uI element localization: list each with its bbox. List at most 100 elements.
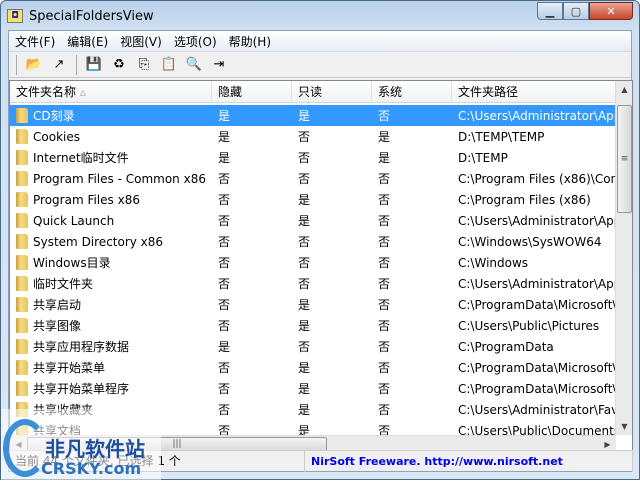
cell-readonly: 是	[298, 214, 311, 228]
toolbar-separator	[76, 54, 77, 75]
menu-item-0[interactable]: 文件(F)	[9, 33, 61, 50]
column-header-4[interactable]: 文件夹路径	[452, 81, 616, 103]
refresh-icon: ♻	[113, 57, 125, 72]
vertical-scroll-thumb[interactable]: ≡	[617, 105, 632, 213]
nirsoft-link[interactable]: NirSoft Freeware. http://www.nirsoft.net	[305, 451, 633, 472]
exit-button[interactable]: ⇥	[208, 54, 230, 76]
cell-name: 共享开始菜单程序	[10, 380, 212, 397]
menu-item-2[interactable]: 视图(V)	[114, 33, 168, 50]
folder-icon	[16, 339, 28, 354]
folder-name: Windows目录	[33, 256, 111, 270]
table-row[interactable]: Internet临时文件 是 否 是 D:\TEMP	[10, 147, 616, 168]
cell-hidden: 否	[218, 319, 231, 333]
table-row[interactable]: Windows目录 否 否 否 C:\Windows	[10, 252, 616, 273]
scroll-up-icon[interactable]: ▲	[616, 81, 632, 98]
folder-icon	[16, 150, 28, 165]
cell-readonly: 否	[298, 151, 311, 165]
table-row[interactable]: 共享启动 否 是 否 C:\ProgramData\Microsoft\Windows	[10, 294, 616, 315]
column-header-0[interactable]: 文件夹名称 ▵	[10, 81, 212, 103]
maximize-button[interactable]: ▢	[563, 2, 589, 20]
table-row[interactable]: System Directory x86 否 否 否 C:\Windows\SysWOW…	[10, 231, 616, 252]
refresh-button[interactable]: ♻	[108, 54, 130, 76]
list-header: 文件夹名称 ▵ 隐藏 只读 系统 文件夹路径	[10, 81, 616, 103]
menu-item-3[interactable]: 选项(O)	[168, 33, 223, 50]
folder-name: 共享开始菜单	[33, 361, 106, 375]
folder-list: 文件夹名称 ▵ 隐藏 只读 系统 文件夹路径 CD刻录是是否 C:\Users\Admin…	[9, 80, 633, 453]
cell-path: C:\ProgramData\Microsoft\Windows	[458, 360, 616, 375]
cell-path: C:\Program Files (x86)	[458, 192, 591, 207]
save-button[interactable]: 💾	[83, 54, 105, 76]
cell-system: 否	[378, 235, 391, 249]
open-folder-button[interactable]: 📂	[23, 54, 45, 76]
app-folder-icon: ◘	[7, 9, 23, 23]
properties-button[interactable]: 📋	[158, 54, 180, 76]
cell-hidden: 否	[218, 214, 231, 228]
table-row[interactable]: Quick Launch 否 是 否 C:\Users\Administrator\Ap…	[10, 210, 616, 231]
folder-icon	[16, 402, 28, 417]
table-row[interactable]: Cookies 是 否 是 D:\TEMP\TEMP	[10, 126, 616, 147]
cell-name: Windows目录	[10, 254, 212, 271]
folder-name: 共享收藏夹	[33, 403, 94, 417]
folder-icon	[16, 276, 28, 291]
folder-icon	[16, 213, 28, 228]
cell-readonly: 否	[298, 277, 311, 291]
cell-readonly: 否	[298, 130, 311, 144]
cell-name: Cookies	[10, 129, 212, 144]
cell-name: 共享收藏夹	[10, 401, 212, 418]
cell-hidden: 是	[218, 109, 231, 123]
folder-name: System Directory x86	[33, 234, 164, 249]
folder-name: 共享启动	[33, 298, 82, 312]
table-row[interactable]: Program Files - Common x86 否 否 否 C:\Program …	[10, 168, 616, 189]
table-row[interactable]: 共享应用程序数据 是 否 否 C:\ProgramData	[10, 336, 616, 357]
folder-name: 临时文件夹	[33, 277, 94, 291]
folder-icon	[16, 171, 28, 186]
menu-bar: 文件(F) 编辑(E) 视图(V) 选项(O) 帮助(H)	[9, 31, 631, 52]
find-button[interactable]: 🔍	[183, 54, 205, 76]
scroll-down-icon[interactable]: ▼	[616, 418, 632, 435]
column-header-2[interactable]: 只读	[292, 81, 372, 103]
copy-button[interactable]: ⎘	[133, 54, 155, 76]
cell-system: 否	[378, 277, 391, 291]
cell-hidden: 否	[218, 277, 231, 291]
cell-name: 共享启动	[10, 296, 212, 313]
table-row[interactable]: 共享图像 否 是 否 C:\Users\Public\Pictures	[10, 315, 616, 336]
cell-system: 否	[378, 214, 391, 228]
cell-system: 否	[378, 109, 391, 123]
cell-path: C:\ProgramData\Microsoft\Windows	[458, 381, 616, 396]
minimize-button[interactable]: ▁	[537, 2, 563, 20]
cell-system: 否	[378, 340, 391, 354]
shortcut-button[interactable]: ↗	[48, 54, 70, 76]
menu-item-1[interactable]: 编辑(E)	[61, 33, 114, 50]
table-row[interactable]: 临时文件夹 否 否 否 C:\Users\Administrator\AppData	[10, 273, 616, 294]
cell-name: 共享开始菜单	[10, 359, 212, 376]
cell-path: C:\Users\Public\Pictures	[458, 318, 600, 333]
table-row[interactable]: 共享开始菜单 否 是 否 C:\ProgramData\Microsoft\Window…	[10, 357, 616, 378]
cell-system: 否	[378, 403, 391, 417]
cell-system: 否	[378, 172, 391, 186]
column-header-1[interactable]: 隐藏	[212, 81, 292, 103]
app-window: ◘ SpecialFoldersView ▁ ▢ ✕ 文件(F) 编辑(E) 视图(…	[0, 0, 640, 481]
cell-name: 共享图像	[10, 317, 212, 334]
table-row[interactable]: 共享收藏夹 否 是 否 C:\Users\Administrator\Favorites	[10, 399, 616, 420]
folder-name: Cookies	[33, 129, 80, 144]
table-row[interactable]: 共享开始菜单程序 否 是 否 C:\ProgramData\Microsoft\Wind…	[10, 378, 616, 399]
cell-name: System Directory x86	[10, 234, 212, 249]
folder-name: 共享图像	[33, 319, 82, 333]
cell-readonly: 否	[298, 235, 311, 249]
cell-system: 是	[378, 130, 391, 144]
cell-hidden: 否	[218, 193, 231, 207]
window-title: SpecialFoldersView	[29, 8, 154, 24]
table-row[interactable]: CD刻录 是 是 否 C:\Users\Administrator\AppData	[10, 105, 616, 126]
close-button[interactable]: ✕	[589, 2, 633, 20]
status-bar: 当前 44 个文件夹, 已选择 1 个 NirSoft Freeware. ht…	[9, 450, 633, 472]
cell-system: 否	[378, 298, 391, 312]
column-header-3[interactable]: 系统	[372, 81, 452, 103]
cell-readonly: 是	[298, 298, 311, 312]
cell-name: Program Files x86	[10, 192, 212, 207]
table-row[interactable]: Program Files x86 否 是 否 C:\Program Files (x8…	[10, 189, 616, 210]
folder-icon	[16, 192, 28, 207]
cell-system: 是	[378, 151, 391, 165]
vertical-scrollbar[interactable]: ▲ ≡ ▼	[615, 81, 632, 435]
cell-system: 否	[378, 256, 391, 270]
menu-item-4[interactable]: 帮助(H)	[223, 33, 277, 50]
